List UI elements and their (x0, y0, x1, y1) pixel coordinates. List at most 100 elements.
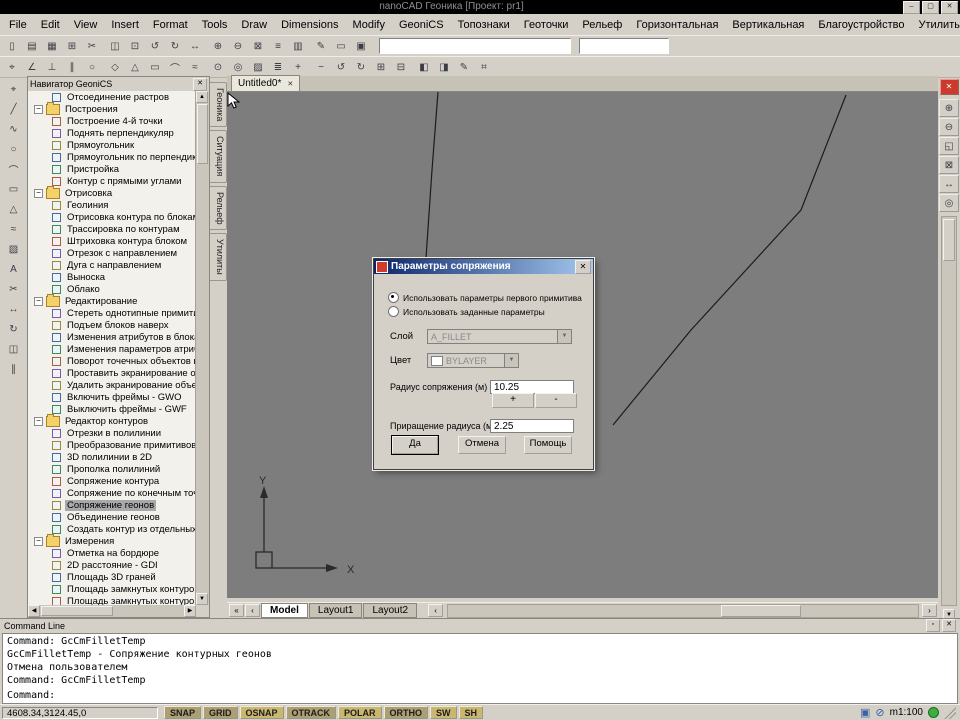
tree-item[interactable]: Сопряжение геонов (28, 499, 195, 511)
mesh-tool-icon[interactable]: ⌗ (474, 58, 494, 76)
tree-item[interactable]: Поднять перпендикуляр (28, 127, 195, 139)
navigator-tab-2[interactable]: Рельеф (210, 186, 227, 231)
zoom-in-icon[interactable]: ⊕ (208, 37, 228, 55)
circle-icon[interactable]: ○ (2, 140, 25, 159)
menu-item-14[interactable]: Вертикальная (725, 16, 811, 34)
navigator-tab-0[interactable]: Геоника (210, 82, 227, 127)
maximize-button[interactable]: ▢ (922, 1, 939, 14)
text-icon[interactable]: A (2, 260, 25, 279)
toggle-snap[interactable]: SNAP (164, 706, 201, 719)
window-titlebar[interactable]: nanoCAD Геоника [Проект: pr1] – ▢ ✕ (0, 0, 960, 14)
menu-item-5[interactable]: Tools (195, 16, 235, 34)
tree-item[interactable]: Прямоугольник (28, 139, 195, 151)
scroll-down-icon[interactable]: ▼ (196, 593, 208, 605)
add-icon[interactable]: + (288, 58, 308, 76)
spline-tool-icon[interactable]: ≈ (185, 58, 205, 76)
canvas-vertical-scrollbar[interactable] (941, 216, 957, 606)
undo-icon[interactable]: ↺ (145, 37, 165, 55)
triangle-tool-icon[interactable]: △ (125, 58, 145, 76)
toggle-sw[interactable]: SW (430, 706, 457, 719)
expand-minus-icon[interactable]: − (34, 189, 43, 198)
polyline-icon[interactable]: ∿ (2, 120, 25, 139)
tree-item[interactable]: Включить фреймы - GWO (28, 391, 195, 403)
move-icon[interactable]: ↔ (2, 300, 25, 319)
command-history[interactable]: Command: GcCmFilletTempGcCmFilletTemp - … (2, 633, 958, 692)
scroll-right-icon[interactable]: ▶ (184, 605, 196, 617)
menu-item-1[interactable]: Edit (34, 16, 67, 34)
canvas-horizontal-scrollbar[interactable] (447, 604, 919, 618)
dialog-close-icon[interactable]: ✕ (575, 260, 591, 274)
drawing-canvas[interactable]: YX Параметры сопряжения ✕ Использовать п… (227, 92, 938, 598)
new-file-icon[interactable]: ▯ (2, 37, 22, 55)
redo-view-icon[interactable]: ↻ (351, 58, 371, 76)
help-button[interactable]: Помощь (524, 436, 572, 454)
zoom-in-icon[interactable]: ⊕ (939, 99, 959, 117)
scroll-thumb[interactable] (721, 605, 801, 617)
close-drawing-icon[interactable]: ✕ (940, 79, 959, 95)
command-line-header[interactable]: Command Line ▫ ✕ (0, 619, 960, 632)
offset-icon[interactable]: ∥ (2, 360, 25, 379)
rectangle-icon[interactable]: ▭ (2, 180, 25, 199)
open-file-icon[interactable]: ▤ (22, 37, 42, 55)
paper-space-icon[interactable]: ▣ (860, 707, 870, 719)
tree-item[interactable]: Отрезок с направлением (28, 247, 195, 259)
first-layout-icon[interactable]: « (229, 604, 244, 617)
tree-horizontal-scrollbar[interactable]: ◀ ▶ (28, 605, 196, 617)
remove-icon[interactable]: − (311, 58, 331, 76)
cancel-button[interactable]: Отмена (458, 436, 506, 454)
expand-minus-icon[interactable]: − (34, 537, 43, 546)
toggle-sh[interactable]: SH (459, 706, 484, 719)
tree-item[interactable]: Преобразование примитивов в по... (28, 439, 195, 451)
lock-icon[interactable]: ⊘ (875, 707, 884, 719)
tree-item[interactable]: Дуга с направлением (28, 259, 195, 271)
menu-item-0[interactable]: File (2, 16, 34, 34)
menu-item-6[interactable]: Draw (234, 16, 274, 34)
tree-item[interactable]: Объединение геонов (28, 511, 195, 523)
layout-tab-layout1[interactable]: Layout1 (309, 603, 363, 618)
tree-item[interactable]: 2D расстояние - GDI (28, 559, 195, 571)
scroll-up-icon[interactable]: ▲ (196, 91, 208, 103)
tree-item[interactable]: Построение 4-й точки (28, 115, 195, 127)
scroll-right-icon[interactable]: › (922, 604, 937, 617)
tree-folder[interactable]: −Редактирование (28, 295, 195, 307)
menu-item-8[interactable]: Modify (346, 16, 392, 34)
scale-indicator[interactable]: m1:100 (890, 707, 923, 718)
tree-item[interactable]: Геолиния (28, 199, 195, 211)
circle-tool-icon[interactable]: ○ (82, 58, 102, 76)
tree-folder[interactable]: −Измерения (28, 535, 195, 547)
paste-icon[interactable]: ⊡ (125, 37, 145, 55)
layer-combo-field[interactable] (379, 38, 571, 54)
menu-item-12[interactable]: Рельеф (575, 16, 629, 34)
perpendicular-snap-icon[interactable]: ⊥ (42, 58, 62, 76)
increment-input[interactable] (490, 419, 574, 433)
dialog-titlebar[interactable]: Параметры сопряжения ✕ (374, 259, 593, 274)
redo-icon[interactable]: ↻ (165, 37, 185, 55)
document-tab-close-icon[interactable]: ✕ (287, 80, 293, 88)
expand-minus-icon[interactable]: − (34, 105, 43, 114)
notification-status-icon[interactable] (928, 707, 939, 718)
navigator-tab-1[interactable]: Ситуация (210, 130, 227, 182)
expand-minus-icon[interactable]: − (34, 417, 43, 426)
tree-item[interactable]: 3D полилинии в 2D (28, 451, 195, 463)
command-input[interactable]: Command: (2, 689, 958, 704)
style-combo-field[interactable] (579, 38, 669, 54)
tree-item[interactable]: Площадь замкнутых контуров (28, 583, 195, 595)
tree-item[interactable]: Отрезки в полилинии (28, 427, 195, 439)
hatch-tool-icon[interactable]: ▨ (248, 58, 268, 76)
menu-item-4[interactable]: Format (146, 16, 195, 34)
half-left-icon[interactable]: ◧ (414, 58, 434, 76)
tree-item[interactable]: Отметка на бордюре (28, 547, 195, 559)
scroll-thumb[interactable] (197, 104, 208, 164)
close-button[interactable]: ✕ (941, 1, 958, 14)
zoom-window-icon[interactable]: ◱ (939, 137, 959, 155)
menu-item-15[interactable]: Благоустройство (811, 16, 911, 34)
tree-item[interactable]: Прополка полилиний (28, 463, 195, 475)
polygon-icon[interactable]: △ (2, 200, 25, 219)
tree-item[interactable]: Штриховка контура блоком (28, 235, 195, 247)
layout-tab-layout2[interactable]: Layout2 (363, 603, 417, 618)
center-snap-icon[interactable]: ⊙ (208, 58, 228, 76)
linetype-icon[interactable]: ▭ (331, 37, 351, 55)
zoom-out-icon[interactable]: ⊖ (939, 118, 959, 136)
grid-off-icon[interactable]: ⊟ (391, 58, 411, 76)
match-properties-icon[interactable]: ✎ (311, 37, 331, 55)
